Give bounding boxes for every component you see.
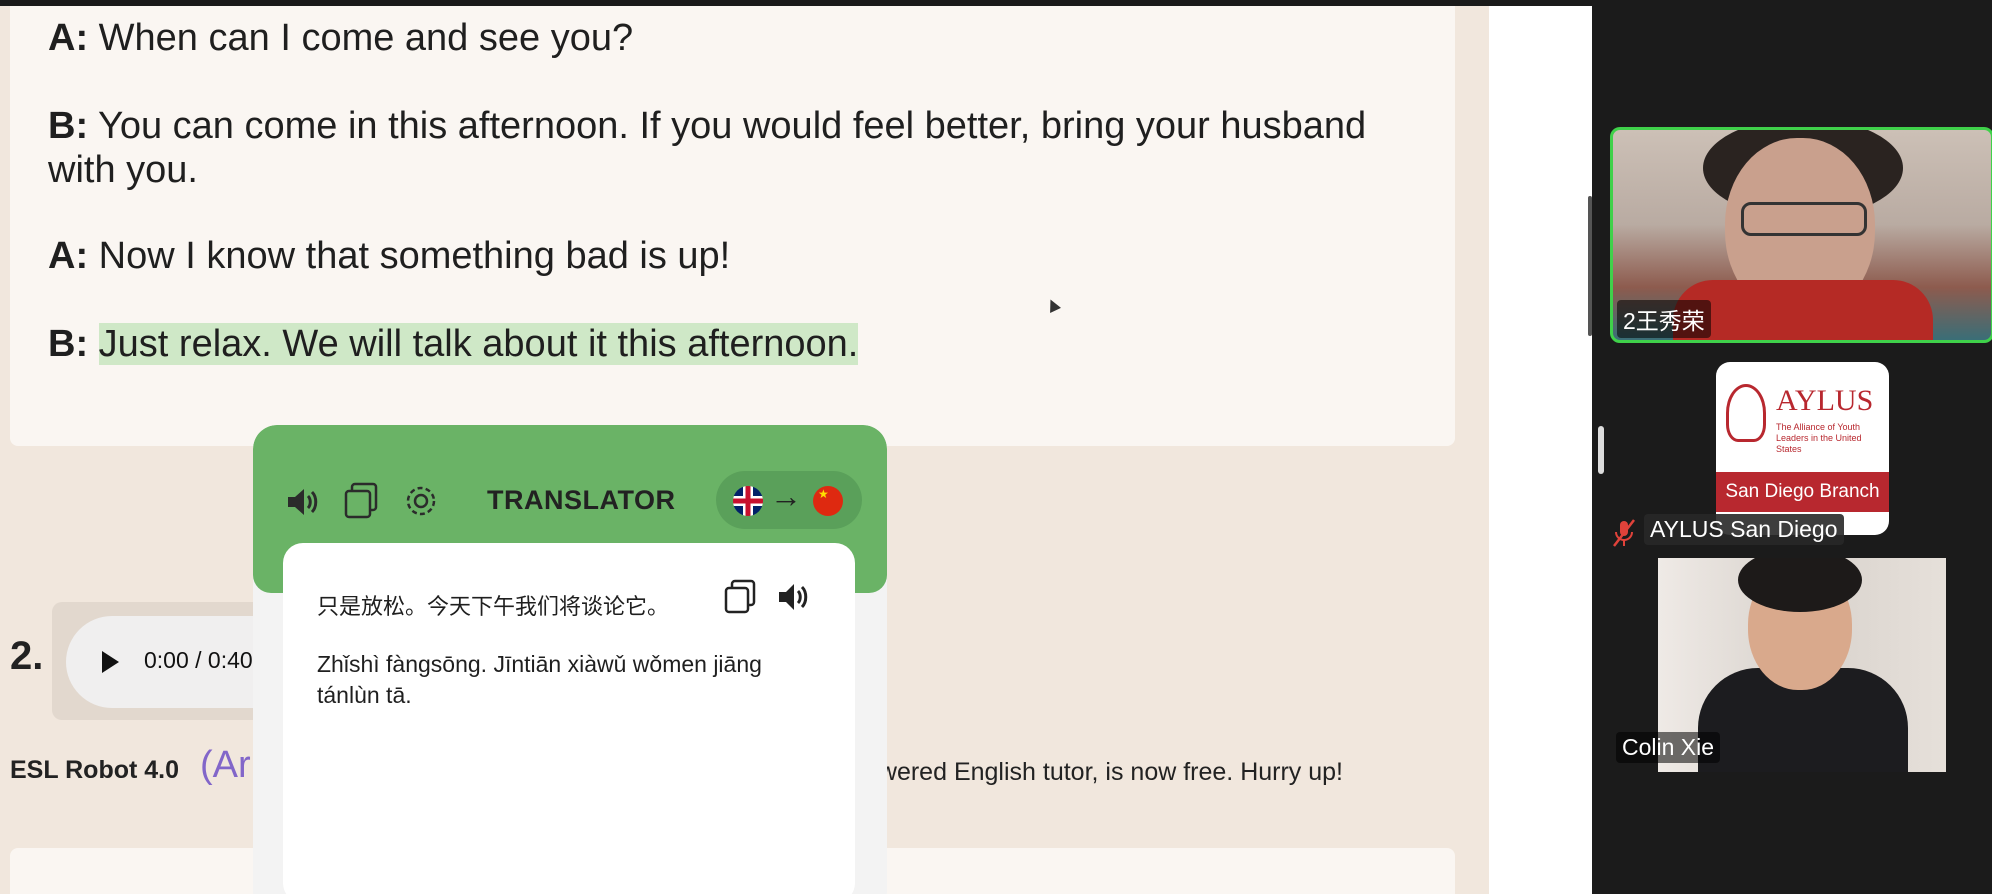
promo-title: ESL Robot 4.0 [10, 756, 180, 784]
arrow-right-icon: → [770, 478, 802, 514]
promo-text: owered English tutor, is now free. Hurry… [865, 758, 1344, 786]
copy-icon[interactable] [343, 482, 379, 520]
uk-flag-icon [733, 486, 763, 516]
speaker-label: B: [48, 105, 89, 147]
dialogue-line: B: Just relax. We will talk about it thi… [48, 322, 1398, 366]
glasses [1741, 202, 1867, 236]
play-icon[interactable] [102, 651, 119, 673]
speaker-label: A: [48, 235, 89, 277]
translation-output: 只是放松。今天下午我们将谈论它。 Zhǐshì fàngsōng. Jīntiā… [283, 543, 855, 894]
dialogue-line: B: You can come in this afternoon. If yo… [48, 104, 1398, 192]
dialogue-text: When can I come and see you? [98, 17, 634, 59]
participant-name: AYLUS San Diego [1644, 514, 1844, 545]
dialogue-line: A: When can I come and see you? [48, 16, 1398, 60]
participant-name: 2王秀荣 [1617, 300, 1711, 338]
dialogue-text: You can come in this afternoon. If you w… [48, 105, 1367, 191]
participant-video-active[interactable]: 2王秀荣 [1610, 127, 1992, 343]
logo-subtitle: The Alliance of Youth Leaders in the Uni… [1776, 422, 1862, 454]
panel-resize-handle[interactable] [1598, 426, 1604, 474]
promo-link[interactable]: (Ar [200, 744, 251, 787]
dialogue-line: A: Now I know that something bad is up! [48, 234, 1398, 278]
page-scrollbar[interactable] [1588, 196, 1592, 336]
translator-popup[interactable]: TRANSLATOR → 只是放松。今天下午我们将谈论它。 Zhǐshì fàn… [253, 425, 887, 894]
translation-chinese: 只是放松。今天下午我们将谈论它。 [317, 594, 670, 619]
translation-pinyin: Zhǐshì fàngsōng. Jīntiān xiàwǔ wǒmen jiā… [317, 651, 762, 708]
logo-branch: San Diego Branch [1716, 472, 1889, 512]
exercise-number: 2. [10, 634, 44, 678]
gear-icon[interactable] [403, 483, 439, 519]
translator-title: TRANSLATOR [487, 485, 676, 515]
speaker-icon[interactable] [285, 485, 321, 519]
speak-translation-icon[interactable] [777, 581, 811, 613]
aylus-logo-tile[interactable]: AYLUS The Alliance of Youth Leaders in t… [1716, 362, 1889, 535]
dialogue-card [10, 6, 1455, 446]
speaker-label: B: [48, 323, 89, 365]
dialogue-text: Now I know that something bad is up! [98, 235, 731, 277]
mic-muted-icon [1613, 519, 1635, 547]
speaker-label: A: [48, 17, 89, 59]
logo-text: AYLUS [1776, 384, 1874, 417]
china-flag-icon [813, 486, 843, 516]
participant-name: Colin Xie [1616, 732, 1721, 763]
participant-clothing [1673, 280, 1933, 340]
audio-time: 0:00 / 0:40 [144, 647, 253, 673]
lightbulb-logo-icon [1726, 384, 1766, 442]
page-right-margin [1489, 6, 1592, 894]
web-page[interactable]: A: When can I come and see you? B: You c… [0, 6, 1592, 894]
copy-translation-icon[interactable] [723, 579, 757, 615]
highlighted-sentence[interactable]: Just relax. We will talk about it this a… [98, 323, 859, 365]
